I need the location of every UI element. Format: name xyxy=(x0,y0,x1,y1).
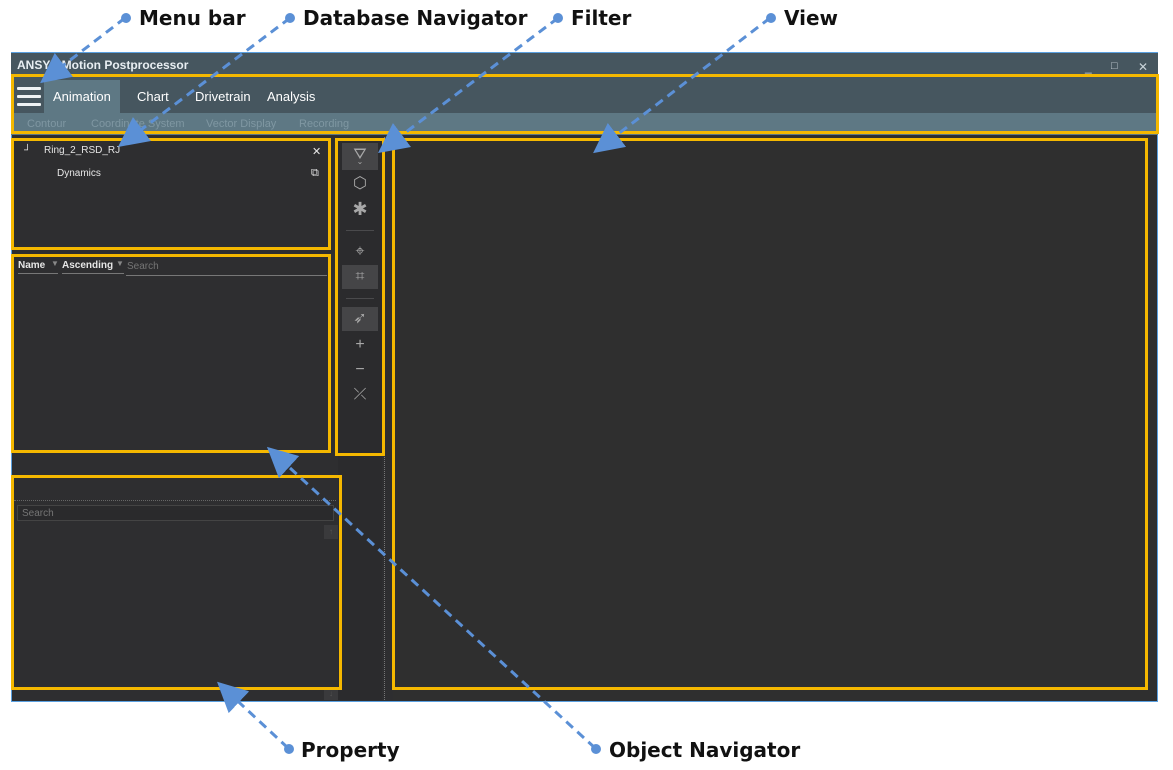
annotation-arrows xyxy=(40,16,771,750)
arrow-property xyxy=(217,681,290,750)
annotation-dot xyxy=(285,13,295,23)
label-view: View xyxy=(784,6,839,30)
arrow-database-navigator xyxy=(118,16,291,147)
annotation-dot xyxy=(121,13,131,23)
arrow-filter xyxy=(378,16,559,153)
arrow-object-navigator xyxy=(266,446,597,750)
label-property: Property xyxy=(301,738,400,762)
annotation-dot xyxy=(591,744,601,754)
label-database-navigator: Database Navigator xyxy=(303,6,528,30)
arrow-view xyxy=(593,16,771,154)
label-object-navigator: Object Navigator xyxy=(609,738,801,762)
label-filter: Filter xyxy=(571,6,632,30)
annotation-dot xyxy=(284,744,294,754)
label-menu-bar: Menu bar xyxy=(139,6,246,30)
arrow-menu-bar xyxy=(40,16,126,84)
annotation-dot xyxy=(553,13,563,23)
annotation-dot xyxy=(766,13,776,23)
